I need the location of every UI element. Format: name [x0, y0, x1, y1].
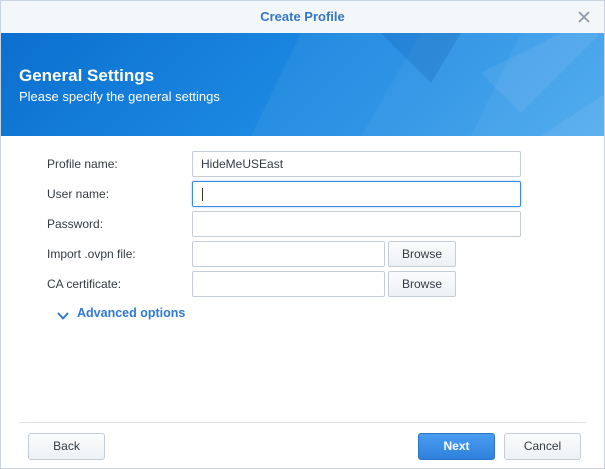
ovpn-file-input[interactable] — [192, 241, 385, 267]
back-button[interactable]: Back — [28, 433, 105, 460]
close-icon[interactable] — [574, 7, 594, 27]
title-bar: Create Profile — [1, 1, 604, 34]
dialog-title: Create Profile — [260, 9, 345, 24]
cancel-button[interactable]: Cancel — [504, 433, 581, 460]
ca-certificate-label: CA certificate: — [47, 277, 122, 291]
ca-certificate-input[interactable] — [192, 271, 385, 297]
profile-name-input[interactable]: HideMeUSEast — [192, 151, 521, 177]
footer-divider — [19, 422, 586, 423]
ovpn-browse-button[interactable]: Browse — [388, 241, 456, 267]
header-banner: General Settings Please specify the gene… — [1, 33, 604, 136]
chevron-down-icon — [57, 308, 69, 326]
password-input[interactable] — [192, 211, 521, 237]
ca-certificate-browse-button[interactable]: Browse — [388, 271, 456, 297]
password-label: Password: — [47, 217, 104, 231]
profile-name-label: Profile name: — [47, 157, 118, 171]
advanced-options-label: Advanced options — [77, 306, 186, 320]
section-subheading: Please specify the general settings — [19, 89, 220, 104]
section-heading: General Settings — [19, 66, 155, 85]
user-name-label: User name: — [47, 187, 110, 201]
ovpn-file-label: Import .ovpn file: — [47, 247, 136, 261]
user-name-input[interactable] — [192, 181, 521, 207]
text-cursor — [202, 188, 203, 201]
create-profile-dialog: Create Profile General Settings Please s… — [0, 0, 605, 469]
next-button[interactable]: Next — [418, 433, 495, 460]
